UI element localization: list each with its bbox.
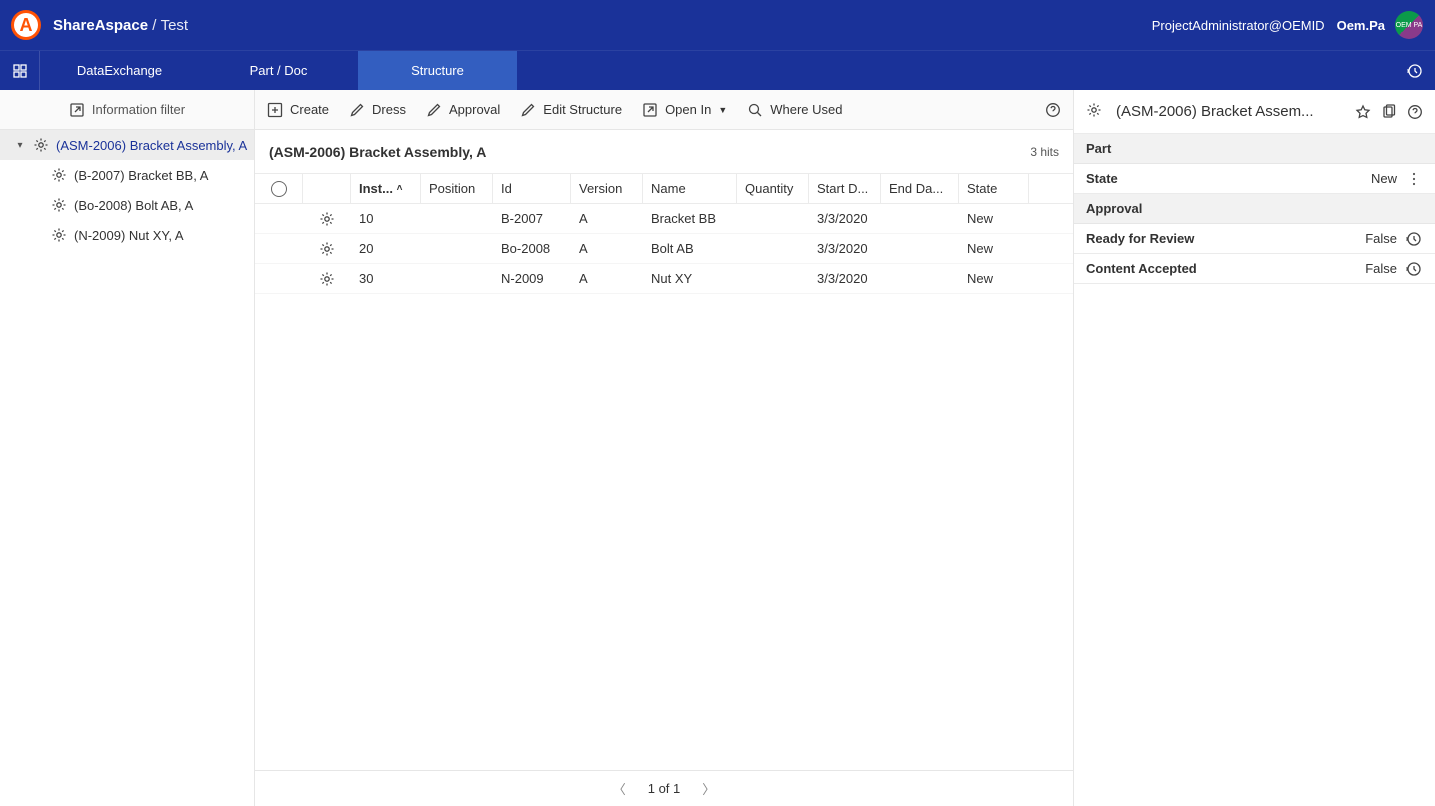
caret-down-icon[interactable]: ▾ <box>14 140 26 151</box>
table-body: 10 B-2007 A Bracket BB 3/3/2020 New 20 B… <box>255 204 1073 770</box>
help-button[interactable] <box>1045 102 1061 118</box>
tree: ▾ (ASM-2006) Bracket Assembly, A (B-2007… <box>0 130 254 250</box>
sidebar: Information filter ▾ (ASM-2006) Bracket … <box>0 90 255 806</box>
app-header: A ShareAspace / Test ProjectAdministrato… <box>0 0 1435 50</box>
column-start-date[interactable]: Start D... <box>809 174 881 203</box>
tree-item-label: (B-2007) Bracket BB, A <box>74 168 208 183</box>
history-button[interactable] <box>1405 231 1423 247</box>
favorite-button[interactable] <box>1355 104 1371 120</box>
tab-structure[interactable]: Structure <box>358 51 517 90</box>
gear-icon <box>32 137 50 153</box>
section-approval: Approval <box>1074 194 1435 224</box>
tree-item[interactable]: (Bo-2008) Bolt AB, A <box>0 190 254 220</box>
tree-item-label: (ASM-2006) Bracket Assembly, A <box>56 138 247 153</box>
tab-part-doc[interactable]: Part / Doc <box>199 51 358 90</box>
open-in-button[interactable]: Open In▼ <box>642 102 727 118</box>
next-page-button[interactable]: 〉 <box>702 779 715 798</box>
edit-structure-button[interactable]: Edit Structure <box>520 102 622 118</box>
column-state[interactable]: State <box>959 174 1029 203</box>
app-logo: A <box>11 10 41 40</box>
page-label: 1 of 1 <box>648 781 681 796</box>
prev-page-button[interactable]: 〈 <box>613 779 626 798</box>
tree-item-label: (Bo-2008) Bolt AB, A <box>74 198 193 213</box>
gear-icon <box>1086 102 1106 122</box>
details-panel: (ASM-2006) Bracket Assem... Part State N… <box>1074 90 1435 806</box>
user-email: ProjectAdministrator@OEMID <box>1152 18 1325 33</box>
gear-icon <box>50 227 68 243</box>
copy-button[interactable] <box>1381 104 1397 120</box>
table-row[interactable]: 30 N-2009 A Nut XY 3/3/2020 New <box>255 264 1073 294</box>
history-button[interactable] <box>1395 51 1435 90</box>
table-row[interactable]: 20 Bo-2008 A Bolt AB 3/3/2020 New <box>255 234 1073 264</box>
gear-icon <box>319 211 335 227</box>
column-id[interactable]: Id <box>493 174 571 203</box>
table-header: Inst... ˄ Position Id Version Name Quant… <box>255 174 1073 204</box>
gear-icon <box>319 241 335 257</box>
tab-dataexchange[interactable]: DataExchange <box>40 51 199 90</box>
column-end-date[interactable]: End Da... <box>881 174 959 203</box>
toolbar: Create Dress Approval Edit Structure Ope… <box>255 90 1073 130</box>
information-filter-button[interactable]: Information filter <box>0 90 254 130</box>
breadcrumb: / Test <box>148 17 188 34</box>
details-title-bar: (ASM-2006) Bracket Assem... <box>1074 90 1435 134</box>
gear-icon <box>50 167 68 183</box>
sort-asc-icon: ˄ <box>397 183 403 194</box>
column-name[interactable]: Name <box>643 174 737 203</box>
prop-ready-for-review: Ready for Review False <box>1074 224 1435 254</box>
prop-state: State New <box>1074 164 1435 194</box>
gear-icon <box>319 271 335 287</box>
chevron-down-icon: ▼ <box>718 105 727 115</box>
user-name: Oem.Pa <box>1337 18 1385 33</box>
nav-bar: DataExchange Part / Doc Structure <box>0 50 1435 90</box>
hits-label: 3 hits <box>1030 145 1059 159</box>
history-button[interactable] <box>1405 261 1423 277</box>
avatar[interactable]: OEM PA <box>1395 11 1423 39</box>
help-button[interactable] <box>1407 104 1423 120</box>
tree-item[interactable]: (B-2007) Bracket BB, A <box>0 160 254 190</box>
more-button[interactable] <box>1405 171 1423 187</box>
prop-content-accepted: Content Accepted False <box>1074 254 1435 284</box>
select-all-checkbox[interactable] <box>271 181 287 197</box>
content-title-bar: (ASM-2006) Bracket Assembly, A 3 hits <box>255 130 1073 174</box>
dress-button[interactable]: Dress <box>349 102 406 118</box>
details-title: (ASM-2006) Bracket Assem... <box>1116 103 1345 120</box>
gear-icon <box>50 197 68 213</box>
create-button[interactable]: Create <box>267 102 329 118</box>
column-inst[interactable]: Inst... ˄ <box>351 174 421 203</box>
brand-name: ShareAspace <box>53 17 148 34</box>
tree-item-label: (N-2009) Nut XY, A <box>74 228 184 243</box>
approval-button[interactable]: Approval <box>426 102 500 118</box>
tree-item[interactable]: (N-2009) Nut XY, A <box>0 220 254 250</box>
column-version[interactable]: Version <box>571 174 643 203</box>
column-quantity[interactable]: Quantity <box>737 174 809 203</box>
tree-root[interactable]: ▾ (ASM-2006) Bracket Assembly, A <box>0 130 254 160</box>
section-part: Part <box>1074 134 1435 164</box>
pager: 〈 1 of 1 〉 <box>255 770 1073 806</box>
column-position[interactable]: Position <box>421 174 493 203</box>
apps-button[interactable] <box>0 51 40 90</box>
table-row[interactable]: 10 B-2007 A Bracket BB 3/3/2020 New <box>255 204 1073 234</box>
where-used-button[interactable]: Where Used <box>747 102 842 118</box>
page-title: (ASM-2006) Bracket Assembly, A <box>269 144 486 160</box>
